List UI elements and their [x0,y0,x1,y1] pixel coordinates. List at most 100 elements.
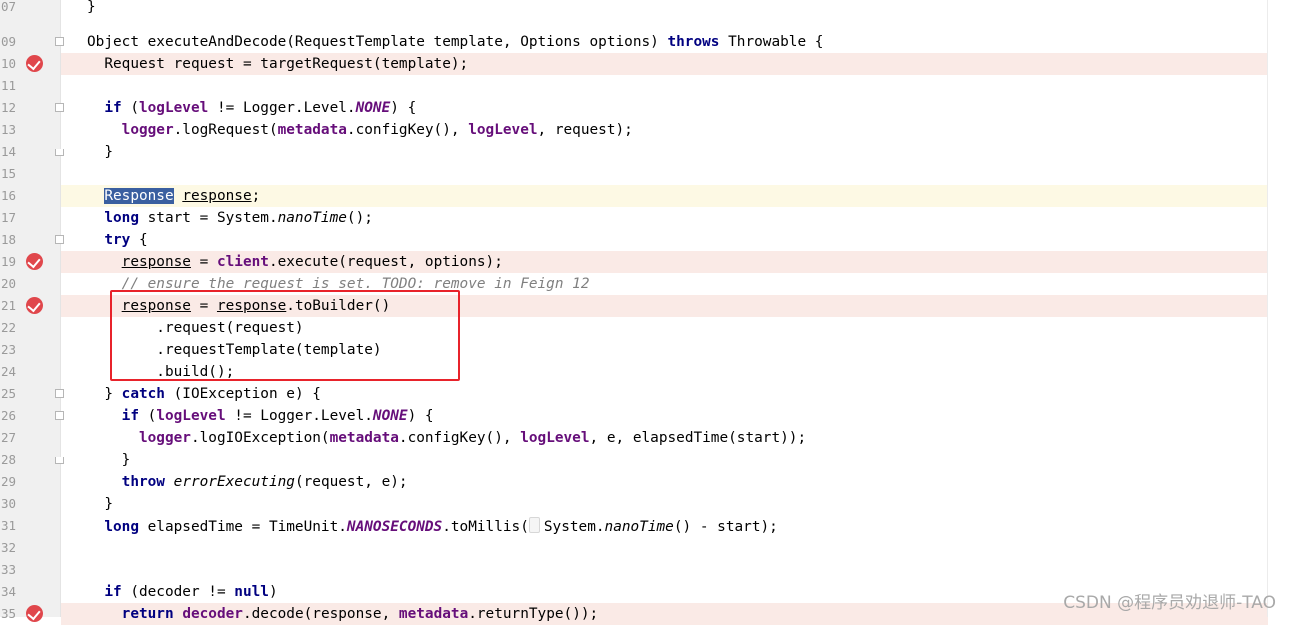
code-token: metadata [398,606,469,622]
code-line[interactable]: 09 Object executeAndDecode(RequestTemplat… [0,31,1268,53]
line-number[interactable]: 11 [0,78,16,93]
breakpoint-icon[interactable] [26,55,43,72]
line-number[interactable]: 09 [0,34,16,49]
line-number[interactable]: 10 [0,56,16,71]
code-token: client [216,254,269,270]
line-number[interactable]: 32 [0,540,16,555]
line-number[interactable]: 21 [0,298,16,313]
fold-start-icon[interactable] [55,411,64,420]
code-token: response [121,254,191,270]
code-line[interactable]: 19 response = client.execute(request, op… [0,251,1268,273]
code-line[interactable]: 13 logger.logRequest(metadata.configKey(… [0,119,1268,141]
code-text[interactable]: try { [87,231,147,249]
line-number[interactable]: 31 [0,518,16,533]
code-token: logLevel [138,100,209,116]
code-text[interactable]: } [87,0,96,16]
code-line[interactable]: 25 } catch (IOException e) { [0,383,1268,405]
line-number[interactable]: 16 [0,188,16,203]
code-text[interactable]: logger.logRequest(metadata.configKey(), … [87,121,633,139]
code-line[interactable]: 17 long start = System.nanoTime(); [0,207,1268,229]
code-text[interactable]: long elapsedTime = TimeUnit.NANOSECONDS.… [87,517,778,536]
code-token: .returnType()); [468,606,599,622]
code-text[interactable]: Response response; [87,187,260,205]
code-text[interactable]: throw errorExecuting(request, e); [87,473,408,491]
line-number[interactable]: 18 [0,232,16,247]
fold-start-icon[interactable] [55,235,64,244]
code-line[interactable]: 16 Response response; [0,185,1268,207]
code-token: , e, elapsedTime(start)); [589,430,807,446]
line-number[interactable]: 26 [0,408,16,423]
line-number[interactable]: 15 [0,166,16,181]
code-token: ) { [407,408,434,424]
code-line[interactable]: 27 logger.logIOException(metadata.config… [0,427,1268,449]
code-token: () - start); [673,519,778,535]
code-token: start = System. [138,210,278,226]
editor-scrollbar[interactable] [1267,0,1292,617]
code-token: ( [138,408,157,424]
line-number[interactable]: 27 [0,430,16,445]
code-line[interactable]: 28 } [0,449,1268,471]
code-token: if [104,100,122,116]
code-line[interactable]: 12 if (logLevel != Logger.Level.NONE) { [0,97,1268,119]
fold-start-icon[interactable] [55,389,64,398]
line-number[interactable]: 33 [0,562,16,577]
fold-end-icon[interactable] [55,457,64,464]
line-number[interactable]: 22 [0,320,16,335]
line-number[interactable]: 19 [0,254,16,269]
code-text[interactable]: } catch (IOException e) { [87,385,321,403]
code-line[interactable]: 32 [0,537,1268,559]
code-line[interactable]: 30 } [0,493,1268,515]
code-line[interactable]: 33 [0,559,1268,581]
line-number[interactable]: 29 [0,474,16,489]
code-text[interactable]: response = client.execute(request, optio… [87,253,503,271]
line-number[interactable]: 24 [0,364,16,379]
code-token: ) [268,584,278,600]
line-number[interactable]: 34 [0,584,16,599]
line-number[interactable]: 13 [0,122,16,137]
code-text[interactable]: if (logLevel != Logger.Level.NONE) { [87,407,434,425]
code-line[interactable]: 18 try { [0,229,1268,251]
breakpoint-icon[interactable] [26,297,43,314]
code-line[interactable]: 14 } [0,141,1268,163]
code-line[interactable]: 07} [0,0,1268,18]
line-number[interactable]: 30 [0,496,16,511]
code-token: if [104,584,122,600]
code-text[interactable]: logger.logIOException(metadata.configKey… [87,429,806,447]
code-token: metadata [329,430,399,446]
line-number[interactable]: 28 [0,452,16,467]
code-line[interactable]: 15 [0,163,1268,185]
code-text[interactable]: } [87,143,113,161]
line-number[interactable]: 17 [0,210,16,225]
fold-start-icon[interactable] [55,37,64,46]
code-text[interactable]: } [87,451,131,469]
code-line[interactable]: 29 throw errorExecuting(request, e); [0,471,1268,493]
breakpoint-icon[interactable] [26,253,43,270]
line-number[interactable]: 14 [0,144,16,159]
code-line[interactable]: 11 [0,75,1268,97]
code-text[interactable]: long start = System.nanoTime(); [87,209,373,227]
code-line[interactable]: 26 if (logLevel != Logger.Level.NONE) { [0,405,1268,427]
code-line[interactable]: 31 long elapsedTime = TimeUnit.NANOSECON… [0,515,1268,537]
line-number[interactable]: 12 [0,100,16,115]
breakpoint-icon[interactable] [26,605,43,622]
code-token: NONE [372,408,408,424]
code-token: logLevel [520,430,590,446]
watermark: CSDN @程序员劝退师-TAO [1063,593,1276,613]
code-text[interactable]: if (decoder != null) [87,583,278,601]
line-number[interactable]: 35 [0,606,16,621]
line-number[interactable]: 25 [0,386,16,401]
line-number[interactable]: 07 [0,0,16,14]
line-number[interactable]: 23 [0,342,16,357]
code-text[interactable]: } [87,495,113,513]
fold-end-icon[interactable] [55,149,64,156]
line-number[interactable]: 20 [0,276,16,291]
code-text[interactable]: Object executeAndDecode(RequestTemplate … [87,33,823,51]
code-text[interactable]: Request request = targetRequest(template… [87,55,468,73]
fold-start-icon[interactable] [55,103,64,112]
code-line[interactable]: 10 Request request = targetRequest(templ… [0,53,1268,75]
code-text[interactable]: if (logLevel != Logger.Level.NONE) { [87,99,416,117]
code-token: } [87,144,113,160]
code-text[interactable]: return decoder.decode(response, metadata… [87,605,599,623]
